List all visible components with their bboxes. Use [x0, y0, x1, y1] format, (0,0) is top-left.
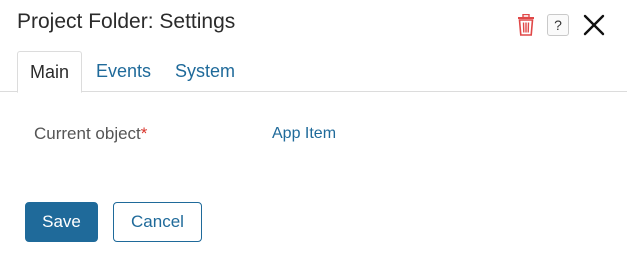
close-icon[interactable]: [581, 12, 607, 38]
trash-icon[interactable]: [515, 12, 537, 38]
save-button[interactable]: Save: [25, 202, 98, 242]
current-object-label-text: Current object: [34, 124, 141, 143]
current-object-label: Current object*: [34, 124, 147, 144]
tab-system[interactable]: System: [175, 51, 235, 92]
tab-events[interactable]: Events: [96, 51, 151, 92]
help-icon[interactable]: ?: [547, 14, 569, 36]
help-glyph: ?: [554, 17, 562, 33]
settings-dialog: Project Folder: Settings ? Main Events S…: [0, 0, 627, 262]
dialog-title: Project Folder: Settings: [17, 10, 236, 33]
tab-bar: Main Events System: [0, 51, 627, 93]
header-actions: ?: [515, 12, 607, 38]
current-object-link[interactable]: App Item: [272, 125, 336, 143]
tab-main[interactable]: Main: [17, 51, 83, 93]
cancel-button[interactable]: Cancel: [113, 202, 202, 242]
required-marker: *: [140, 124, 148, 143]
